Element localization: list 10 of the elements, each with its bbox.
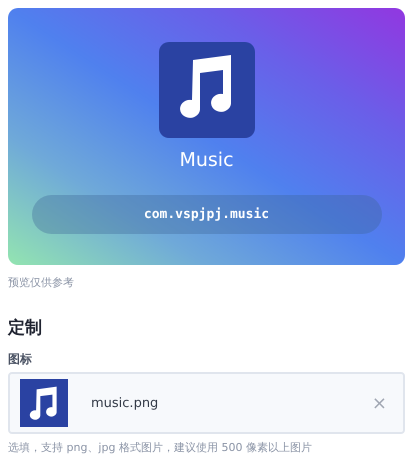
app-icon	[158, 42, 254, 138]
file-field[interactable]: music.png ×	[8, 372, 405, 434]
field-hint: 选填，支持 png、jpg 格式图片，建议使用 500 像素以上图片	[8, 440, 313, 455]
app-name: Music	[179, 148, 234, 172]
section-heading: 定制	[8, 317, 43, 339]
preview-caption: 预览仅供参考	[8, 275, 75, 290]
file-name: music.png	[91, 396, 160, 410]
field-label: 图标	[8, 351, 33, 368]
image-thumbnail	[20, 379, 68, 427]
package-id: com.vspjpj.music	[32, 195, 382, 234]
